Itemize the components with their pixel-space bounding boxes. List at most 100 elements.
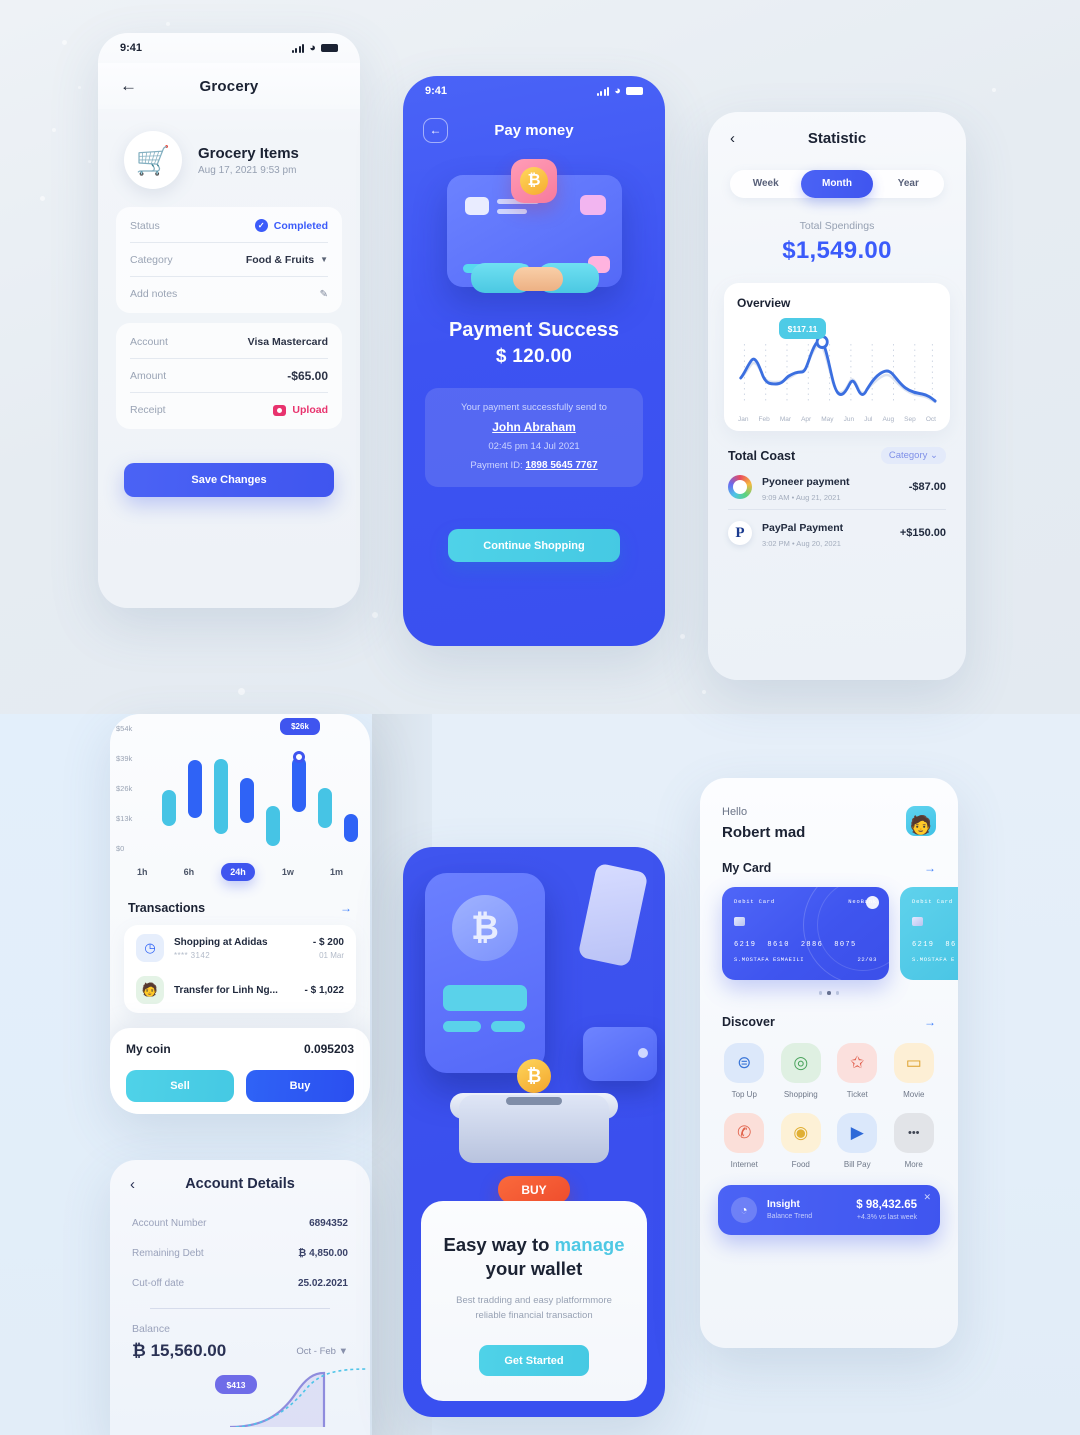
range-1h[interactable]: 1h [128,863,157,881]
pencil-icon[interactable]: ✎ [320,289,328,300]
phone-crypto-chart: $54k $39k $26k $13k $0 $26k 1h 6h 24h 1w… [110,714,370,1114]
period-selector[interactable]: Oct - Feb ▼ [296,1346,348,1357]
transaction-meta: 9:09 AM • Aug 21, 2021 [762,492,841,502]
discover-item-more[interactable]: ••• More [890,1112,939,1169]
status-bar: 9:41 ◕ [403,76,665,106]
label: Remaining Debt [132,1247,204,1259]
list-item[interactable]: 🧑 Transfer for Linh Ng... - $ 1,022 [136,969,344,1011]
discover-item-topup[interactable]: ⊜ Top Up [720,1042,769,1099]
range-1m[interactable]: 1m [321,863,352,881]
row-notes[interactable]: Add notes ✎ [130,277,328,311]
page-title: Grocery [199,77,259,95]
range-1w[interactable]: 1w [273,863,303,881]
sell-button[interactable]: Sell [126,1070,234,1102]
total-spendings-label: Total Spendings [799,220,875,232]
discover-item-movie[interactable]: ▭ Movie [890,1042,939,1099]
x-tick: Jan [738,416,749,423]
discover-label: Food [791,1159,810,1169]
range-24h[interactable]: 24h [221,863,255,881]
segment-week[interactable]: Week [730,170,801,198]
camera-icon [273,404,287,416]
transaction-name: Shopping at Adidas [174,936,268,948]
label: Cut-off date [132,1277,185,1289]
card-type: Debit Card [734,898,776,905]
discover-item-ticket[interactable]: ✩ Ticket [833,1042,882,1099]
dot[interactable] [835,991,840,995]
category-filter-button[interactable]: Category ⌄ [880,447,946,464]
balance-chart-tooltip: $413 [215,1375,257,1394]
bar [344,814,358,842]
continue-shopping-button[interactable]: Continue Shopping [448,529,620,562]
bar-tooltip: $26k [280,718,320,735]
card-carousel[interactable]: Debit Card NeoBank 6219 8610 2886 8075 S… [700,887,958,980]
account-navbar: ‹ Account Details [110,1160,370,1208]
payment-id-value[interactable]: 1898 5645 7767 [525,460,597,471]
card-holder: S.MOSTAFA E [912,956,955,963]
dot[interactable] [818,991,823,995]
row-receipt[interactable]: Receipt Upload [130,393,328,427]
billpay-icon: ▶ [837,1112,878,1153]
dot-active[interactable] [827,991,831,995]
transaction-amount: -$87.00 [908,480,946,493]
bitcoin-bubble-icon: ₿ [511,158,557,203]
discover-item-billpay[interactable]: ▶ Bill Pay [833,1112,882,1169]
insight-delta: +4.3% vs last week [856,1213,917,1221]
y-tick: $54k [116,724,133,733]
arrow-right-icon[interactable]: → [340,901,352,915]
row-category[interactable]: Category Food & Fruits ▼ [130,243,328,277]
payment-receipt-box: Your payment successfully send to John A… [425,388,643,487]
table-row[interactable]: Pyoneer payment 9:09 AM • Aug 21, 2021 -… [728,464,946,510]
buy-badge[interactable]: BUY [498,1176,570,1203]
discover-item-shopping[interactable]: ◎ Shopping [777,1042,826,1099]
insight-title: Insight [767,1199,800,1210]
item-title: Grocery Items [198,144,299,162]
x-tick: Aug [882,416,895,423]
bar [266,806,280,846]
range-selector[interactable]: 1h 6h 24h 1w 1m [128,863,352,881]
close-icon[interactable]: ✕ [923,1192,931,1203]
row-account-number: Account Number 6894352 [110,1208,370,1238]
buy-button[interactable]: Buy [246,1070,354,1102]
headline-part-b: your wallet [485,1258,583,1280]
period-segmented-control[interactable]: Week Month Year [730,170,944,198]
discover-item-food[interactable]: ◉ Food [777,1112,826,1169]
debit-card-primary[interactable]: Debit Card NeoBank 6219 8610 2886 8075 S… [722,887,889,980]
coin-3d: ₿ [517,1059,551,1093]
phone-grocery-detail: 9:41 ◕ ← Grocery 🛒 Grocery Items Aug 17,… [98,33,360,608]
avatar[interactable]: 🧑 [906,806,936,836]
crypto-bar-chart: $54k $39k $26k $13k $0 $26k [116,718,358,853]
user-name: Robert mad [722,824,806,841]
discover-item-internet[interactable]: ✆ Internet [720,1112,769,1169]
transaction-date: 01 Mar [319,950,344,960]
range-6h[interactable]: 6h [175,863,204,881]
save-changes-button[interactable]: Save Changes [124,463,334,497]
transactions-header: Transactions → [128,901,352,915]
category-value: Food & Fruits [245,253,315,266]
grocery-navbar: ← Grocery [98,63,360,109]
bar-highlight [292,757,306,812]
statistic-navbar: ‹ Statistic [708,112,966,164]
arrow-right-icon[interactable]: → [924,861,936,875]
overview-line-chart: $117.11 [737,316,937,414]
card-chip-icon [734,917,745,926]
segment-month[interactable]: Month [801,170,873,198]
label: Account Number [132,1217,207,1229]
carousel-dots[interactable] [700,991,958,995]
phone-home-wallet: Hello Robert mad 🧑 My Card → Debit Card … [700,778,958,1348]
list-item[interactable]: ◷ Shopping at Adidas **** 3142 - $ 200 0… [136,927,344,969]
upload-button[interactable]: Upload [273,404,328,416]
page-title: Pay money [494,121,574,139]
insight-banner[interactable]: ◔ Insight Balance Trend $ 98,432.65 +4.3… [718,1184,940,1235]
get-started-button[interactable]: Get Started [479,1345,589,1377]
segment-year[interactable]: Year [873,170,944,198]
table-row[interactable]: P PayPal Payment 3:02 PM • Aug 20, 2021 … [728,510,946,556]
wallet-3d [583,1027,657,1081]
check-icon: ✓ [254,219,268,232]
chevron-down-icon[interactable]: ▼ [320,255,328,264]
bar [162,790,176,826]
debit-card-secondary[interactable]: Debit Card 6219 86 S.MOSTAFA E [900,887,958,980]
account-value: Visa Mastercard [247,335,328,348]
item-date: Aug 17, 2021 9:53 pm [198,164,297,176]
arrow-right-icon[interactable]: → [924,1015,936,1029]
row-amount: Amount -$65.00 [130,359,328,393]
